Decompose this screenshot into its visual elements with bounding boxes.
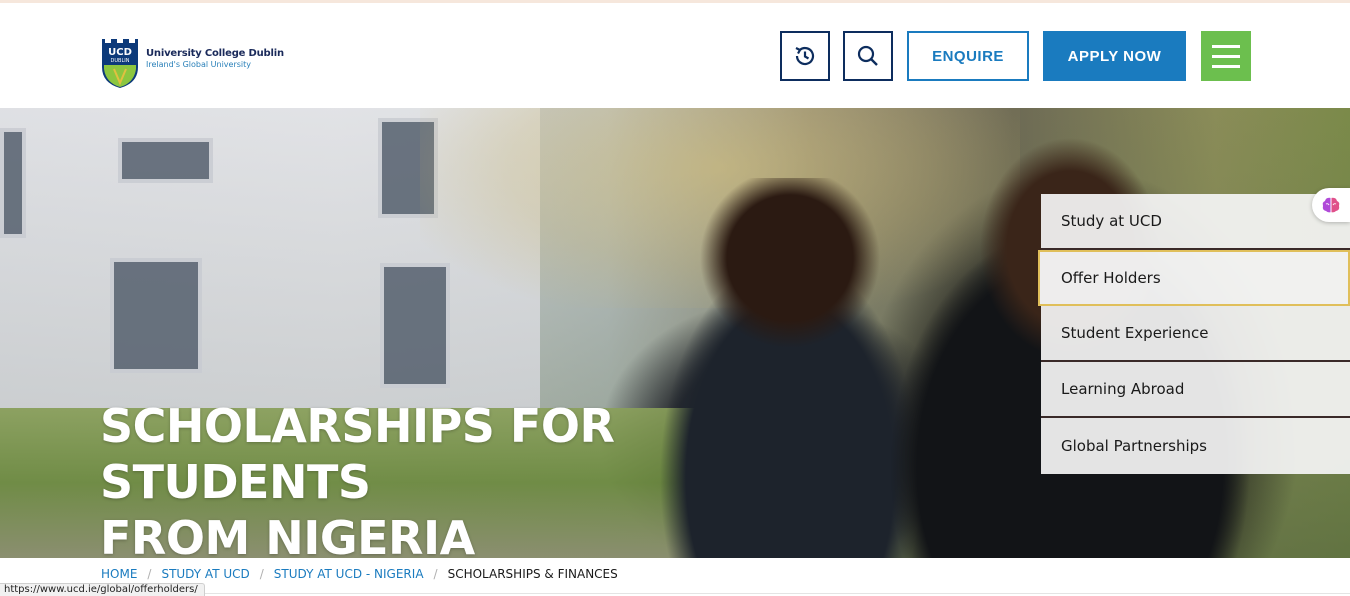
- side-nav-item-global-partnerships[interactable]: Global Partnerships: [1041, 418, 1350, 474]
- breadcrumb-current: SCHOLARSHIPS & FINANCES: [447, 567, 618, 581]
- hero-window: [0, 128, 26, 238]
- crest-text-top: UCD: [108, 47, 132, 58]
- floating-extension-button[interactable]: [1312, 188, 1350, 222]
- breadcrumb-home[interactable]: HOME: [101, 567, 137, 581]
- ucd-crest-icon: UCD DUBLIN: [102, 33, 138, 88]
- menu-bar: [1212, 64, 1240, 68]
- enquire-button[interactable]: ENQUIRE: [907, 31, 1029, 81]
- hero-window: [110, 258, 202, 373]
- ucd-logo[interactable]: UCD DUBLIN University College Dublin Ire…: [100, 33, 284, 89]
- logo-name: University College Dublin: [146, 47, 284, 59]
- side-nav-item-study-at-ucd[interactable]: Study at UCD: [1041, 194, 1350, 250]
- apply-now-button[interactable]: APPLY NOW: [1043, 31, 1186, 81]
- search-button[interactable]: [843, 31, 893, 81]
- side-nav-item-offer-holders[interactable]: Offer Holders: [1038, 250, 1350, 306]
- search-icon: [857, 45, 878, 66]
- menu-bar: [1212, 54, 1240, 58]
- breadcrumb: HOME / STUDY AT UCD / STUDY AT UCD - NIG…: [101, 567, 618, 581]
- hamburger-menu-icon[interactable]: [1201, 31, 1251, 81]
- page-title-line-1: SCHOLARSHIPS FOR STUDENTS: [100, 399, 615, 509]
- section-side-nav: Study at UCD Offer Holders Student Exper…: [1038, 194, 1350, 474]
- page-title-line-2: FROM NIGERIA: [100, 511, 475, 558]
- brain-icon: [1322, 197, 1340, 213]
- side-nav-item-learning-abroad[interactable]: Learning Abroad: [1041, 362, 1350, 418]
- breadcrumb-separator: /: [259, 567, 264, 581]
- breadcrumb-study-at-ucd[interactable]: STUDY AT UCD: [161, 567, 249, 581]
- site-header: UCD DUBLIN University College Dublin Ire…: [0, 3, 1350, 108]
- logo-tagline: Ireland's Global University: [146, 59, 251, 69]
- history-button[interactable]: [780, 31, 830, 81]
- page-title: SCHOLARSHIPS FOR STUDENTS FROM NIGERIA: [100, 398, 900, 558]
- history-icon: [795, 46, 815, 66]
- breadcrumb-separator: /: [147, 567, 152, 581]
- crest-text-bottom: DUBLIN: [111, 58, 130, 64]
- status-bar-url: https://www.ucd.ie/global/offerholders/: [0, 583, 205, 596]
- breadcrumb-study-at-ucd-nigeria[interactable]: STUDY AT UCD - NIGERIA: [274, 567, 424, 581]
- hero-window: [118, 138, 213, 183]
- menu-bar: [1212, 44, 1240, 48]
- side-nav-item-student-experience[interactable]: Student Experience: [1041, 306, 1350, 362]
- breadcrumb-separator: /: [433, 567, 438, 581]
